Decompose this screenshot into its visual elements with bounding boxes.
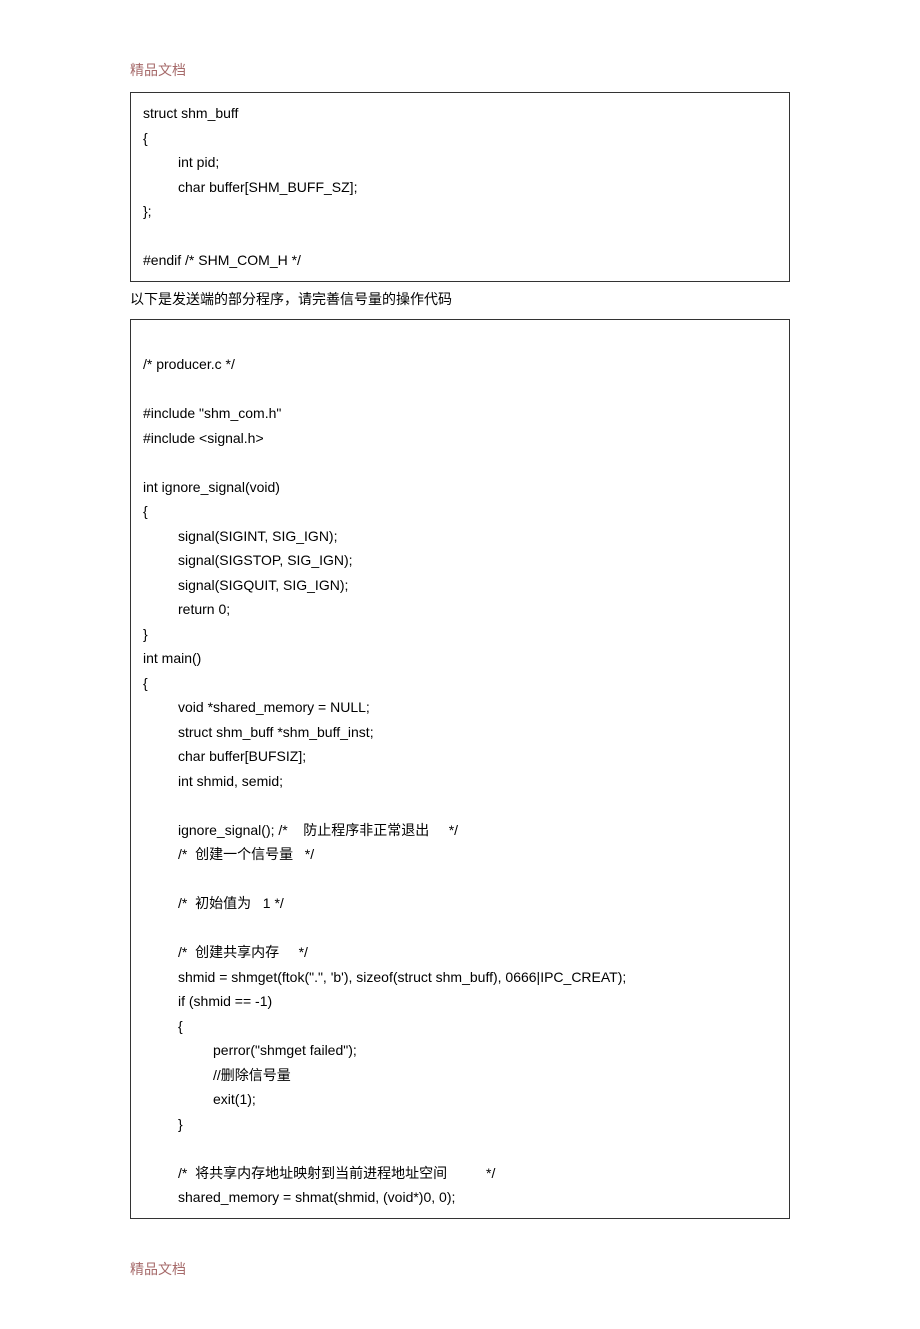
code-line: /* producer.c */ — [143, 352, 777, 377]
code-line — [143, 328, 777, 353]
code-line: char buffer[SHM_BUFF_SZ]; — [143, 175, 777, 200]
code-line: int shmid, semid; — [143, 769, 777, 794]
code-line: { — [143, 499, 777, 524]
code-line: ignore_signal(); /* 防止程序非正常退出 */ — [143, 818, 777, 843]
code-line — [143, 1136, 777, 1161]
code-line: /* 初始值为 1 */ — [143, 891, 777, 916]
code-line: //删除信号量 — [143, 1063, 777, 1088]
code-line: /* 创建一个信号量 */ — [143, 842, 777, 867]
code-line: void *shared_memory = NULL; — [143, 695, 777, 720]
code-line: shared_memory = shmat(shmid, (void*)0, 0… — [143, 1185, 777, 1210]
code-block-producer: /* producer.c */ #include "shm_com.h"#inc… — [130, 319, 790, 1219]
code-line: struct shm_buff — [143, 101, 777, 126]
code-line: int main() — [143, 646, 777, 671]
code-line: char buffer[BUFSIZ]; — [143, 744, 777, 769]
code-line: #include <signal.h> — [143, 426, 777, 451]
instruction-text: 以下是发送端的部分程序，请完善信号量的操作代码 — [130, 288, 790, 313]
code-line: } — [143, 1112, 777, 1137]
code-line — [143, 224, 777, 249]
code-block-header-file: struct shm_buff{int pid;char buffer[SHM_… — [130, 92, 790, 282]
code-line: { — [143, 671, 777, 696]
code-line: #include "shm_com.h" — [143, 401, 777, 426]
code-line: struct shm_buff *shm_buff_inst; — [143, 720, 777, 745]
code-line — [143, 450, 777, 475]
code-line: if (shmid == -1) — [143, 989, 777, 1014]
code-line: int ignore_signal(void) — [143, 475, 777, 500]
code-line: } — [143, 622, 777, 647]
code-line — [143, 793, 777, 818]
document-page: 精品文档 struct shm_buff{int pid;char buffer… — [0, 0, 920, 1329]
code-line — [143, 867, 777, 892]
code-line: shmid = shmget(ftok(".", 'b'), sizeof(st… — [143, 965, 777, 990]
page-header: 精品文档 — [130, 60, 790, 80]
code-line — [143, 377, 777, 402]
code-line: perror("shmget failed"); — [143, 1038, 777, 1063]
code-line: #endif /* SHM_COM_H */ — [143, 248, 777, 273]
code-line: signal(SIGQUIT, SIG_IGN); — [143, 573, 777, 598]
page-footer: 精品文档 — [130, 1259, 790, 1279]
code-line: signal(SIGINT, SIG_IGN); — [143, 524, 777, 549]
code-line: exit(1); — [143, 1087, 777, 1112]
code-line: /* 创建共享内存 */ — [143, 940, 777, 965]
code-line — [143, 916, 777, 941]
code-line: /* 将共享内存地址映射到当前进程地址空间 */ — [143, 1161, 777, 1186]
code-line: signal(SIGSTOP, SIG_IGN); — [143, 548, 777, 573]
code-line: { — [143, 1014, 777, 1039]
code-line: int pid; — [143, 150, 777, 175]
code-line: }; — [143, 199, 777, 224]
code-line: return 0; — [143, 597, 777, 622]
code-line: { — [143, 126, 777, 151]
